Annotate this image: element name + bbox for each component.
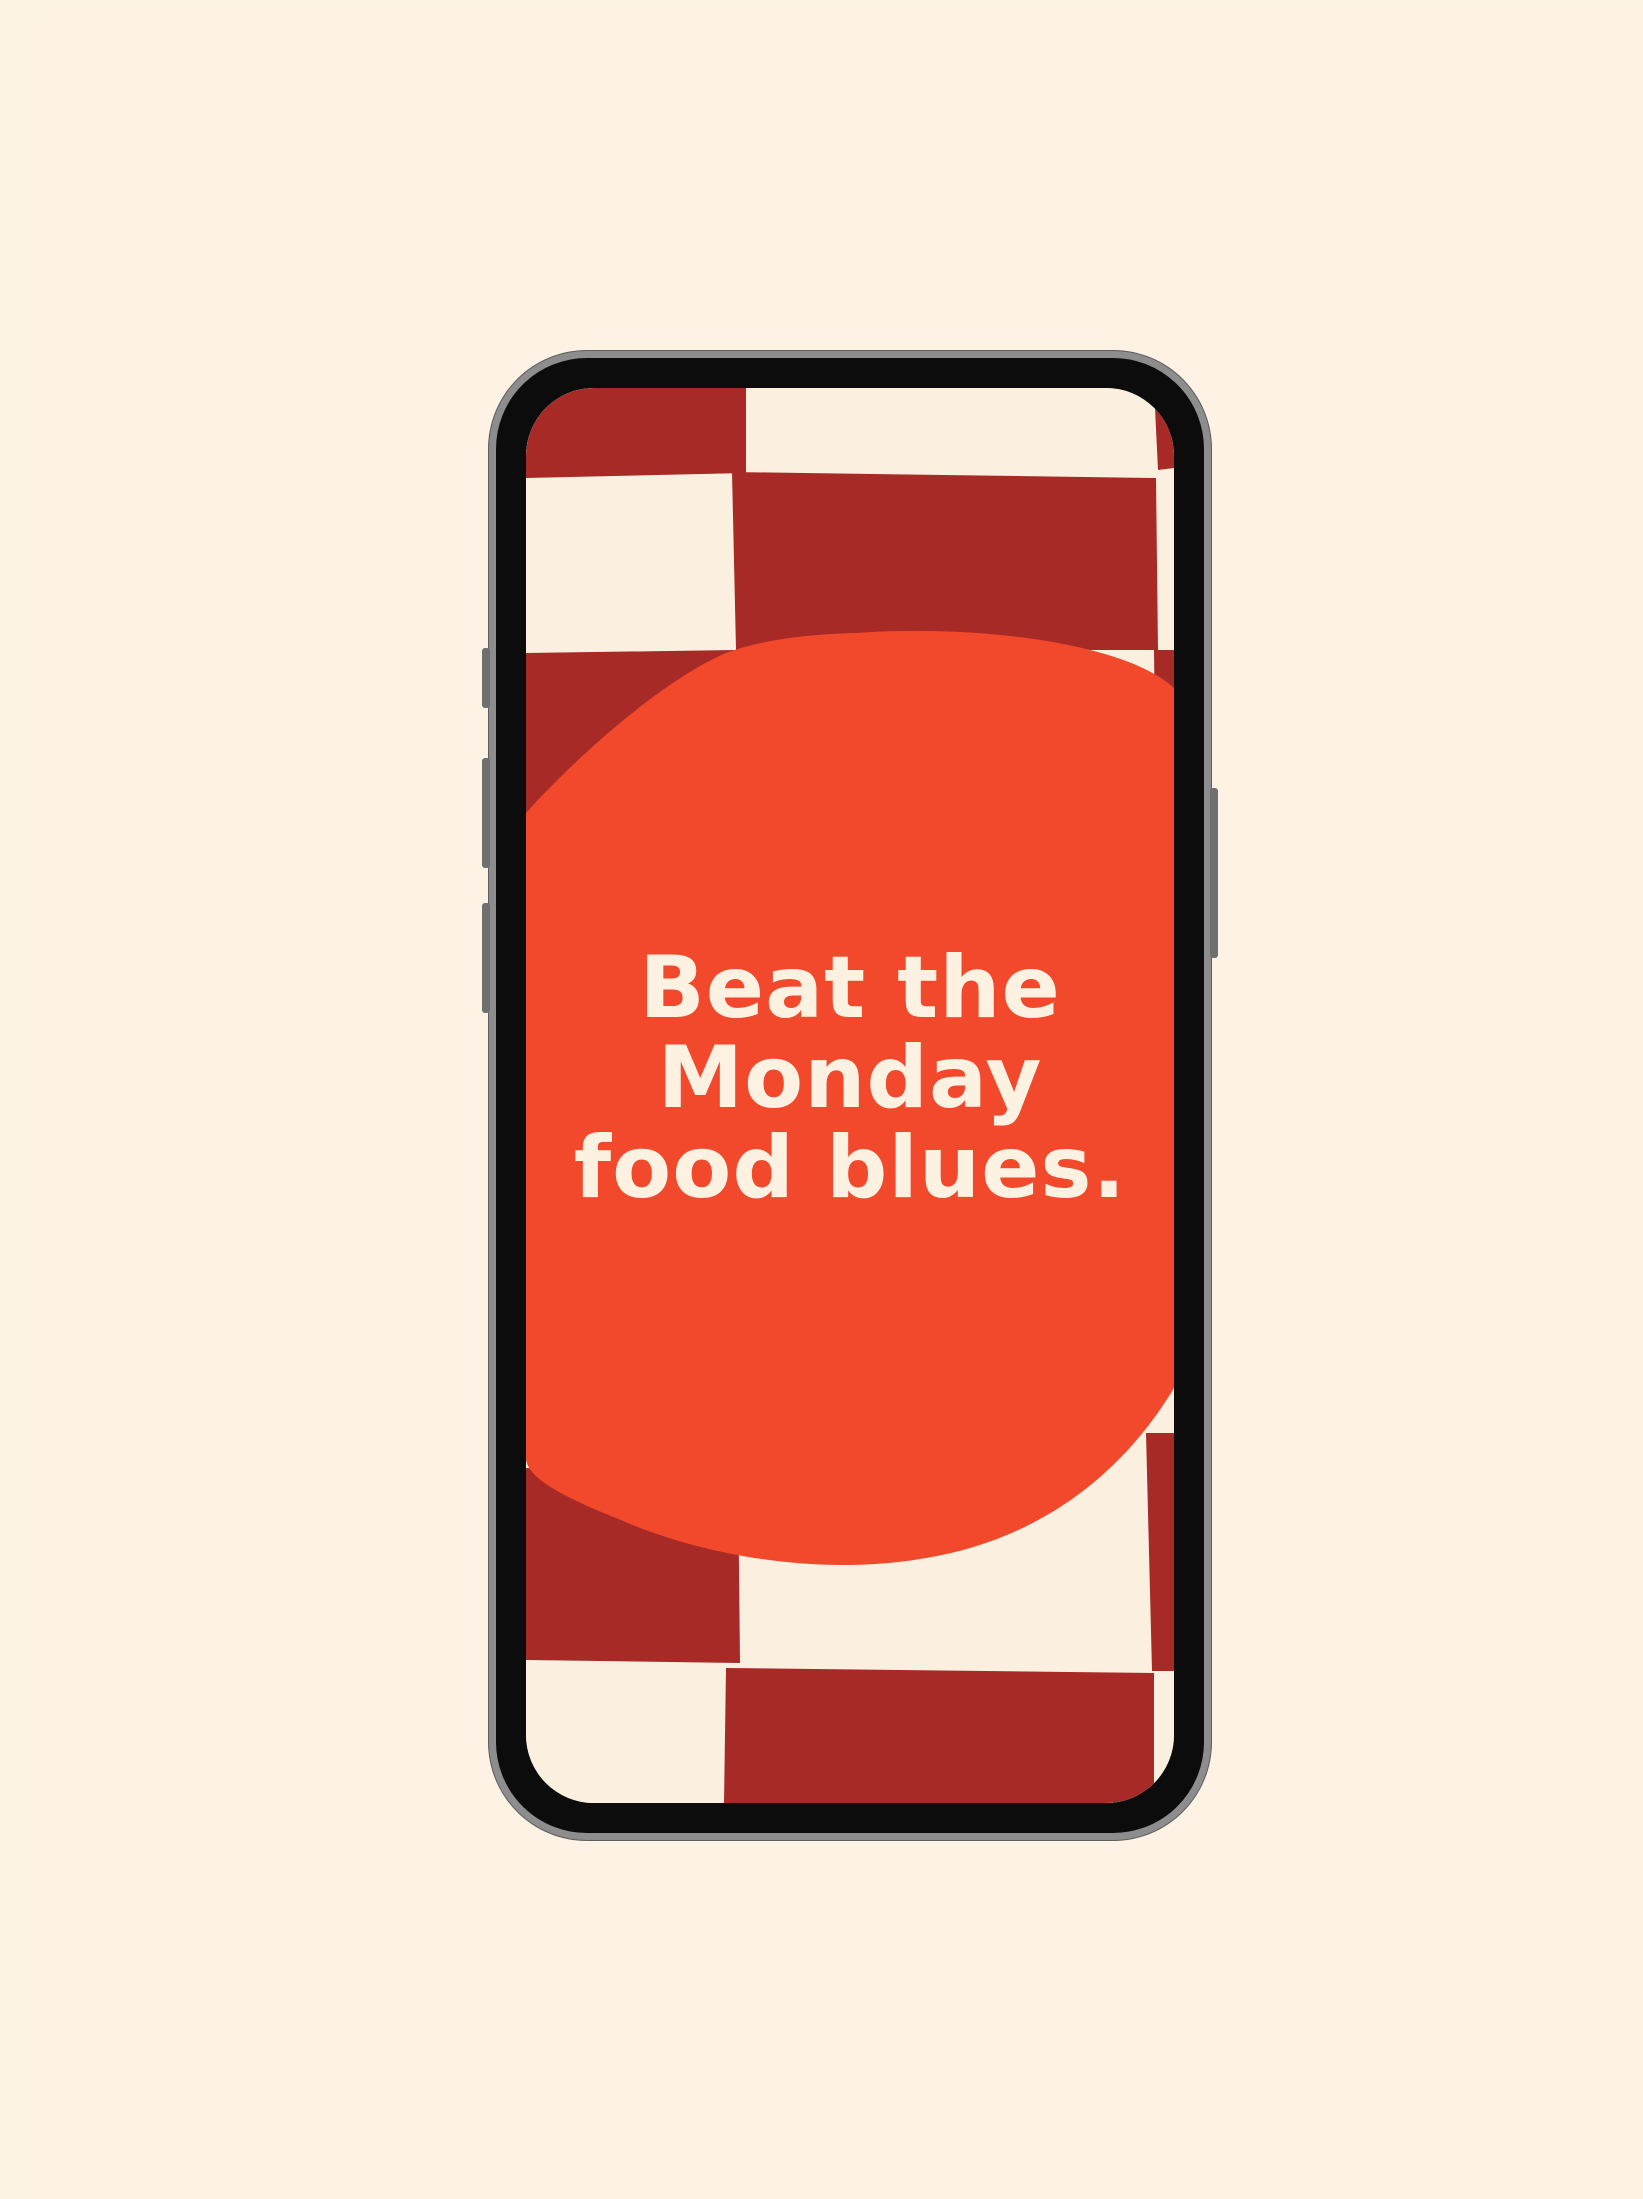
phone-mockup: Beat the Monday food blues. <box>482 351 1218 1840</box>
checker-dark-tile <box>732 472 1158 650</box>
phone-volume-down-button <box>482 903 490 1013</box>
headline-line-3: food blues. <box>573 1118 1127 1218</box>
headline-line-2: Monday <box>657 1028 1043 1128</box>
checker-dark-tile <box>724 1668 1154 1803</box>
phone-side-button <box>482 648 490 708</box>
phone-power-button <box>1210 788 1218 958</box>
phone-volume-up-button <box>482 758 490 868</box>
headline: Beat the Monday food blues. <box>526 943 1174 1213</box>
phone-screen: Beat the Monday food blues. <box>526 388 1174 1803</box>
checker-dark-tile <box>526 388 746 478</box>
headline-line-1: Beat the <box>639 938 1061 1038</box>
